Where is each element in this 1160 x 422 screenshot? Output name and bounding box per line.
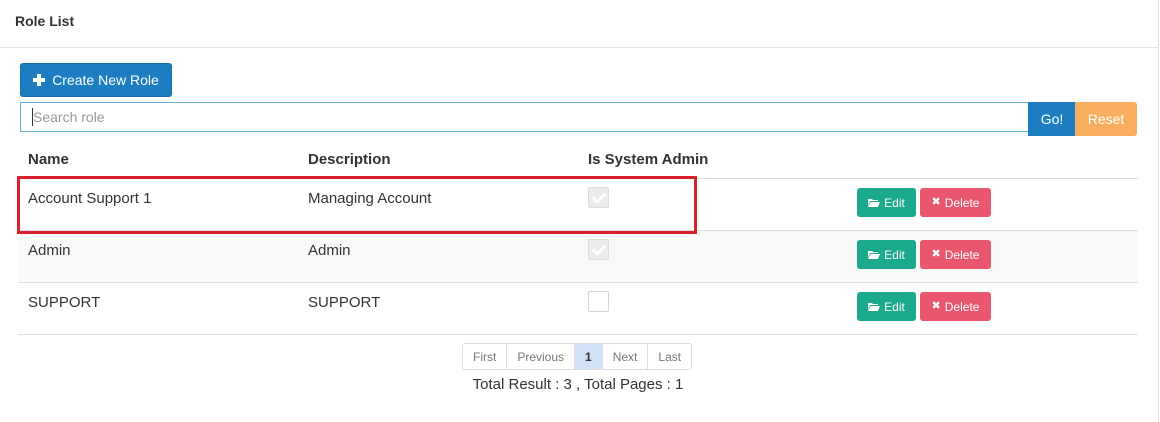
- edit-button[interactable]: Edit: [857, 292, 916, 321]
- edit-label: Edit: [884, 247, 905, 262]
- role-name-cell: SUPPORT: [28, 294, 101, 311]
- delete-label: Delete: [944, 247, 980, 262]
- role-description-cell: SUPPORT: [308, 294, 381, 311]
- x-icon: ✖: [931, 300, 941, 312]
- edit-label: Edit: [884, 299, 905, 314]
- table-row: Admin Admin Edit ✖ Delete: [18, 231, 1138, 283]
- pagination-current-page[interactable]: 1: [575, 344, 603, 369]
- create-new-role-label: Create New Role: [52, 72, 159, 88]
- pagination-first[interactable]: First: [463, 344, 508, 369]
- table-row: SUPPORT SUPPORT Edit ✖ Delete: [18, 283, 1138, 335]
- reset-button[interactable]: Reset: [1075, 102, 1137, 136]
- edit-button[interactable]: Edit: [857, 240, 916, 269]
- delete-label: Delete: [944, 299, 980, 314]
- page-title: Role List: [15, 13, 75, 29]
- system-admin-checkbox[interactable]: [588, 187, 609, 208]
- plus-icon: [33, 74, 46, 86]
- table-row: Account Support 1 Managing Account Edit …: [18, 179, 1138, 231]
- delete-button[interactable]: ✖ Delete: [920, 240, 991, 269]
- go-button[interactable]: Go!: [1028, 102, 1076, 136]
- column-header-is-system-admin: Is System Admin: [588, 151, 709, 168]
- folder-open-icon: [868, 199, 881, 207]
- role-name-cell: Admin: [28, 242, 71, 259]
- folder-open-icon: [868, 251, 881, 259]
- edit-label: Edit: [884, 195, 905, 210]
- delete-button[interactable]: ✖ Delete: [920, 292, 991, 321]
- text-caret: [32, 108, 33, 126]
- folder-open-icon: [868, 303, 881, 311]
- delete-label: Delete: [944, 195, 980, 210]
- role-description-cell: Admin: [308, 242, 351, 259]
- result-summary: Total Result : 3 , Total Pages : 1: [472, 376, 684, 393]
- pagination-previous[interactable]: Previous: [507, 344, 576, 369]
- pagination-last[interactable]: Last: [648, 344, 692, 369]
- column-header-name: Name: [28, 151, 69, 168]
- edit-button[interactable]: Edit: [857, 188, 916, 217]
- x-icon: ✖: [931, 248, 941, 260]
- system-admin-checkbox[interactable]: [588, 291, 609, 312]
- x-icon: ✖: [931, 196, 941, 208]
- search-role-input[interactable]: [20, 102, 1029, 132]
- column-header-description: Description: [308, 151, 391, 168]
- role-name-cell: Account Support 1: [28, 190, 152, 207]
- panel-header: Role List: [0, 0, 1159, 48]
- pagination: First Previous 1 Next Last: [462, 343, 693, 370]
- role-description-cell: Managing Account: [308, 190, 432, 207]
- create-new-role-button[interactable]: Create New Role: [20, 63, 172, 97]
- delete-button[interactable]: ✖ Delete: [920, 188, 991, 217]
- role-list-panel: Role List Create New Role Go! Reset Name…: [0, 0, 1159, 422]
- system-admin-checkbox[interactable]: [588, 239, 609, 260]
- pagination-next[interactable]: Next: [602, 344, 649, 369]
